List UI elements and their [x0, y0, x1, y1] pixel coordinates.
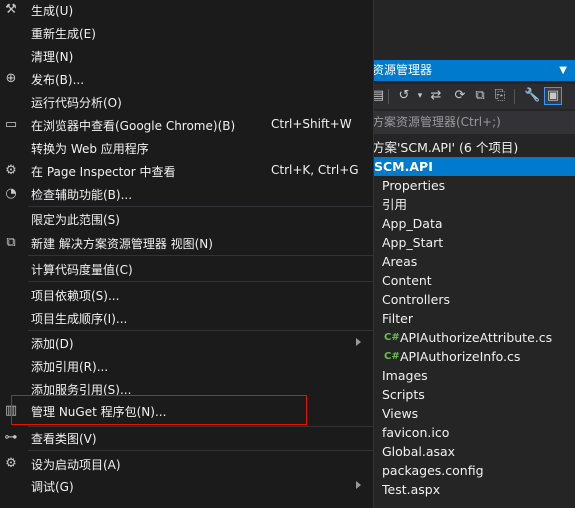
tree-item-label: Filter: [382, 311, 413, 326]
menu-item-add[interactable]: 添加(D): [0, 332, 373, 355]
menu-item-code-metrics[interactable]: 计算代码度量值(C): [0, 258, 373, 281]
menu-item-label: 限定为此范围(S): [31, 213, 120, 227]
menu-item-code-analysis[interactable]: 运行代码分析(O): [0, 91, 373, 114]
tree-item-label: App_Data: [382, 216, 443, 231]
menu-item-label: 清理(N): [31, 50, 74, 64]
menu-item-label: 添加(D): [31, 337, 74, 351]
accessibility-icon: ◔: [5, 186, 17, 201]
menu-separator: [28, 450, 373, 451]
menu-item-convert-web-app[interactable]: 转换为 Web 应用程序: [0, 137, 373, 160]
menu-item-label: 发布(B)...: [31, 73, 85, 87]
csharp-file-icon: C#: [384, 351, 400, 362]
menu-item-dependencies[interactable]: 项目依赖项(S)...: [0, 284, 373, 307]
collapse-all-icon[interactable]: ⧉: [472, 88, 488, 104]
class-diagram-icon: ⊶: [4, 430, 18, 445]
menu-item-debug[interactable]: 调试(G): [0, 475, 373, 498]
tree-item-label: Content: [382, 273, 432, 288]
menu-separator: [28, 281, 373, 282]
tree-item-label: Test.aspx: [382, 482, 441, 497]
tree-item-label: Areas: [382, 254, 418, 269]
tree-item-label: Scripts: [382, 387, 425, 402]
tree-item-label: APIAuthorizeInfo.cs: [400, 349, 521, 364]
toolbar-separator: [388, 89, 389, 104]
page-inspector-icon: ⚙: [5, 163, 17, 178]
menu-item-label: 添加引用(R)...: [31, 360, 109, 374]
project-label: SCM.API: [374, 159, 433, 174]
globe-publish-icon: ⊕: [5, 71, 17, 86]
menu-item-accessibility[interactable]: ◔ 检查辅助功能(B)...: [0, 183, 373, 206]
menu-item-shortcut: Ctrl+K, Ctrl+G: [271, 163, 359, 177]
menu-separator: [28, 330, 373, 331]
menu-item-page-inspector[interactable]: ⚙ 在 Page Inspector 中查看 Ctrl+K, Ctrl+G: [0, 160, 373, 183]
menu-item-label: 设为启动项目(A): [31, 458, 121, 472]
menu-item-label: 重新生成(E): [31, 27, 96, 41]
menu-item-label: 查看类图(V): [31, 432, 97, 446]
menu-item-label: 检查辅助功能(B)...: [31, 188, 133, 202]
tree-item-label: Controllers: [382, 292, 450, 307]
submenu-arrow-icon: [356, 481, 361, 489]
show-all-files-icon[interactable]: ⎘: [492, 88, 508, 104]
new-view-icon: ⧉: [6, 235, 16, 250]
tree-item-label: Views: [382, 406, 419, 421]
tree-item-label: Images: [382, 368, 428, 383]
menu-item-build[interactable]: ⚒ 生成(U): [0, 0, 373, 22]
menu-separator: [28, 206, 373, 207]
browser-icon: ▭: [4, 117, 18, 132]
menu-item-publish[interactable]: ⊕ 发布(B)...: [0, 68, 373, 91]
menu-item-class-diagram[interactable]: ⊶ 查看类图(V): [0, 427, 373, 450]
search-placeholder: 方案资源管理器(Ctrl+;): [372, 115, 501, 129]
tree-item-label: packages.config: [382, 463, 484, 478]
refresh-icon[interactable]: ⟳: [452, 88, 468, 104]
menu-item-label: 在 Page Inspector 中查看: [31, 165, 176, 179]
submenu-arrow-icon: [356, 338, 361, 346]
menu-separator: [28, 255, 373, 256]
menu-item-rebuild[interactable]: 重新生成(E): [0, 22, 373, 45]
menu-item-label: 生成(U): [31, 4, 74, 18]
menu-item-set-startup[interactable]: ⚙ 设为启动项目(A): [0, 453, 373, 476]
menu-item-label: 计算代码度量值(C): [31, 263, 133, 277]
tree-item-label: APIAuthorizeAttribute.cs: [400, 330, 553, 345]
menu-item-label: 运行代码分析(O): [31, 96, 122, 110]
menu-item-build-order[interactable]: 项目生成顺序(I)...: [0, 307, 373, 330]
menu-item-label: 调试(G): [31, 480, 74, 494]
toolbar-separator: [514, 89, 515, 104]
tree-item-label: App_Start: [382, 235, 444, 250]
chevron-down-icon[interactable]: ▾: [412, 88, 428, 104]
properties-wrench-icon[interactable]: 🔧: [524, 88, 540, 104]
menu-item-label: 转换为 Web 应用程序: [31, 142, 149, 156]
menu-item-scope-to-this[interactable]: 限定为此范围(S): [0, 208, 373, 231]
menu-item-label: 在浏览器中查看(Google Chrome)(B): [31, 119, 236, 133]
solution-label: 方案'SCM.API' (6 个项目): [372, 140, 519, 155]
build-icon: ⚒: [5, 2, 17, 17]
menu-item-view-in-browser[interactable]: ▭ 在浏览器中查看(Google Chrome)(B) Ctrl+Shift+W: [0, 114, 373, 137]
csharp-file-icon: C#: [384, 332, 400, 343]
menu-item-add-reference[interactable]: 添加引用(R)...: [0, 355, 373, 378]
project-context-menu: ⚒ 生成(U) 重新生成(E) 清理(N) ⊕ 发布(B)... 运行代码分析(…: [0, 0, 374, 508]
menu-item-label: 项目依赖项(S)...: [31, 289, 120, 303]
tree-item-label: Properties: [382, 178, 446, 193]
dropdown-icon[interactable]: ▼: [559, 60, 567, 81]
preview-icon[interactable]: ▣: [544, 87, 562, 105]
menu-item-label: 项目生成顺序(I)...: [31, 312, 128, 326]
menu-item-label: 新建 解决方案资源管理器 视图(N): [31, 237, 213, 251]
highlight-box: [11, 395, 307, 425]
pending-changes-icon[interactable]: ⇄: [428, 88, 444, 104]
tree-item-label: favicon.ico: [382, 425, 450, 440]
menu-item-clean[interactable]: 清理(N): [0, 45, 373, 68]
history-icon[interactable]: ↺: [396, 88, 412, 104]
tree-item-label: 引用: [382, 197, 408, 212]
menu-item-shortcut: Ctrl+Shift+W: [271, 117, 352, 131]
gear-icon: ⚙: [5, 456, 17, 471]
menu-item-new-se-view[interactable]: ⧉ 新建 解决方案资源管理器 视图(N): [0, 232, 373, 255]
solution-explorer-title: 资源管理器: [372, 63, 433, 77]
tree-item-label: Global.asax: [382, 444, 456, 459]
